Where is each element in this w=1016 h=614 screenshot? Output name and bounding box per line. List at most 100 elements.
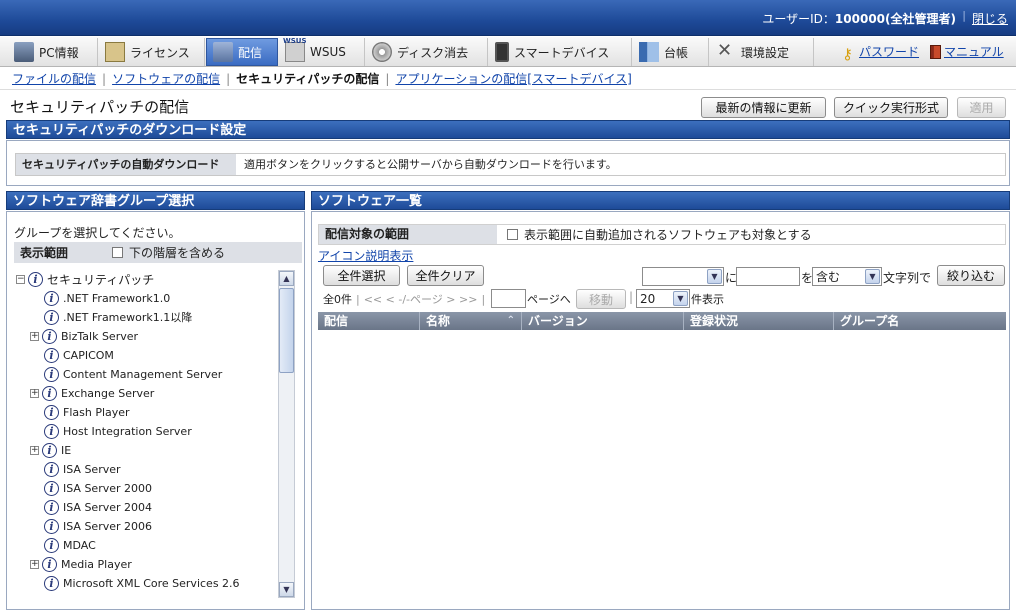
menu-settings[interactable]: 環境設定 [710,38,814,66]
column-version[interactable]: バージョン [522,312,684,330]
per-page-select[interactable]: 20 ▼ [636,289,690,308]
manual-book-icon [930,44,941,59]
tree-root[interactable]: − i セキュリティパッチ [16,270,154,288]
info-icon: i [28,271,43,287]
menu-label: 配信 [238,45,263,60]
pc-icon [14,42,34,62]
info-icon: i [44,480,59,496]
menu-label: ライセンス [130,45,190,60]
chevron-down-icon[interactable]: ▼ [673,291,688,306]
menu-smart-device[interactable]: スマートデバイス [489,38,632,66]
apply-button[interactable]: 適用 [957,97,1006,118]
tree-node[interactable]: i Host Integration Server [44,422,192,440]
menu-label: 台帳 [664,45,689,60]
info-icon: i [44,347,59,363]
tree-node[interactable]: i Microsoft XML Core Services 2.6 [44,574,240,592]
expand-icon[interactable]: + [30,445,39,455]
tree-node-label: ISA Server 2004 [63,500,153,514]
info-icon: i [42,328,57,344]
chevron-down-icon[interactable]: ▼ [865,269,880,284]
info-icon: i [44,309,59,325]
close-link[interactable]: 閉じる [972,10,1008,27]
page-number-input[interactable] [491,289,526,308]
scope-row: 表示範囲 下の階層を含める [14,242,302,263]
auto-download-row: セキュリティパッチの自動ダウンロード 適用ボタンをクリックすると公開サーバから自… [15,153,1006,176]
tree-node-label: MDAC [63,538,96,552]
info-icon: i [44,461,59,477]
menu-label: 環境設定 [741,45,790,60]
scroll-thumb[interactable] [279,288,294,373]
filter-button[interactable]: 絞り込む [937,265,1005,286]
menu-license[interactable]: ライセンス [99,38,205,66]
submenu-file[interactable]: ファイルの配信 [12,70,96,87]
tree-node[interactable]: i ISA Server 2004 [44,498,152,516]
column-group[interactable]: グループ名 [834,312,1006,330]
group-tree: − i セキュリティパッチ i .NET Framework1.0 i .NET Fr… [14,268,278,598]
tree-node[interactable]: + i IE [30,441,71,459]
collapse-icon[interactable]: − [16,274,25,284]
pager-divider: | [481,292,486,306]
column-distribution[interactable]: 配信 [318,312,420,330]
tree-node-label: Exchange Server [61,386,155,400]
tree-node[interactable]: + i Exchange Server [30,384,154,402]
select-all-button[interactable]: 全件選択 [323,265,400,286]
include-sub-checkbox[interactable] [112,247,123,258]
expand-icon[interactable]: + [30,331,39,341]
menu-ledger[interactable]: 台帳 [633,38,709,66]
page-to-label: ページへ [527,293,571,306]
scroll-down-button[interactable]: ▼ [279,582,294,597]
info-icon: i [44,499,59,515]
pager-divider: | [356,292,360,306]
submenu-patch-current: セキュリティパッチの配信 [236,72,380,86]
pager-divider: | [629,290,634,304]
menu-disk-erase[interactable]: ディスク消去 [366,38,488,66]
tree-node[interactable]: i .NET Framework1.1以降 [44,308,192,326]
auto-add-checkbox[interactable] [507,229,518,240]
tree-node[interactable]: i MDAC [44,536,96,554]
include-sub-label: 下の階層を含める [129,246,226,260]
expand-icon[interactable]: + [30,388,39,398]
filter-keyword-input[interactable] [736,267,800,286]
menu-distribution[interactable]: 配信 [206,38,278,66]
tree-node[interactable]: i .NET Framework1.0 [44,289,170,307]
column-status[interactable]: 登録状況 [684,312,834,330]
filter-field-select[interactable]: ▼ [642,267,724,286]
tree-node[interactable]: i ISA Server [44,460,121,478]
license-icon [105,42,125,62]
ledger-icon [639,42,659,62]
menu-wsus[interactable]: WSUS [279,37,365,66]
tree-node[interactable]: i Flash Player [44,403,130,421]
tree-node[interactable]: + i Media Player [30,555,132,573]
quick-execute-button[interactable]: クイック実行形式 [834,97,948,118]
tree-node[interactable]: i CAPICOM [44,346,114,364]
move-button[interactable]: 移動 [576,289,626,309]
submenu-app[interactable]: アプリケーションの配信[スマートデバイス] [395,70,631,87]
user-id-label: ユーザーID： [762,12,835,26]
menu-label: WSUS [310,45,346,59]
filter-condition-select[interactable]: 含む ▼ [812,267,882,286]
tree-node-label: ISA Server 2000 [63,481,153,495]
tree-node[interactable]: i Content Management Server [44,365,222,383]
expand-icon[interactable]: + [30,559,39,569]
password-link[interactable]: パスワード [859,43,919,60]
menu-label: ディスク消去 [397,45,469,60]
tree-scrollbar[interactable]: ▲ ▼ [278,270,295,598]
tree-node[interactable]: i ISA Server 2000 [44,479,152,497]
tree-node[interactable]: i ISA Server 2006 [44,517,152,535]
submenu-divider: | [226,71,231,86]
page-navigation[interactable]: << < -/-ページ > >> [364,291,478,307]
scroll-up-button[interactable]: ▲ [279,271,294,286]
refresh-button[interactable]: 最新の情報に更新 [701,97,826,118]
total-count: 全0件 [323,293,352,306]
column-name[interactable]: 名称 ⌃ [420,312,522,330]
icon-legend-link[interactable]: アイコン説明表示 [318,247,413,264]
menu-pc-info[interactable]: PC情報 [8,38,98,66]
info-icon: i [42,556,57,572]
chevron-down-icon[interactable]: ▼ [707,269,722,284]
submenu-software[interactable]: ソフトウェアの配信 [112,70,220,87]
tree-node[interactable]: + i BizTalk Server [30,327,138,345]
group-select-header: ソフトウェア辞書グループ選択 [6,191,305,210]
sort-icon[interactable]: ⌃ [507,312,515,330]
manual-link[interactable]: マニュアル [944,43,1004,60]
clear-all-button[interactable]: 全件クリア [407,265,484,286]
